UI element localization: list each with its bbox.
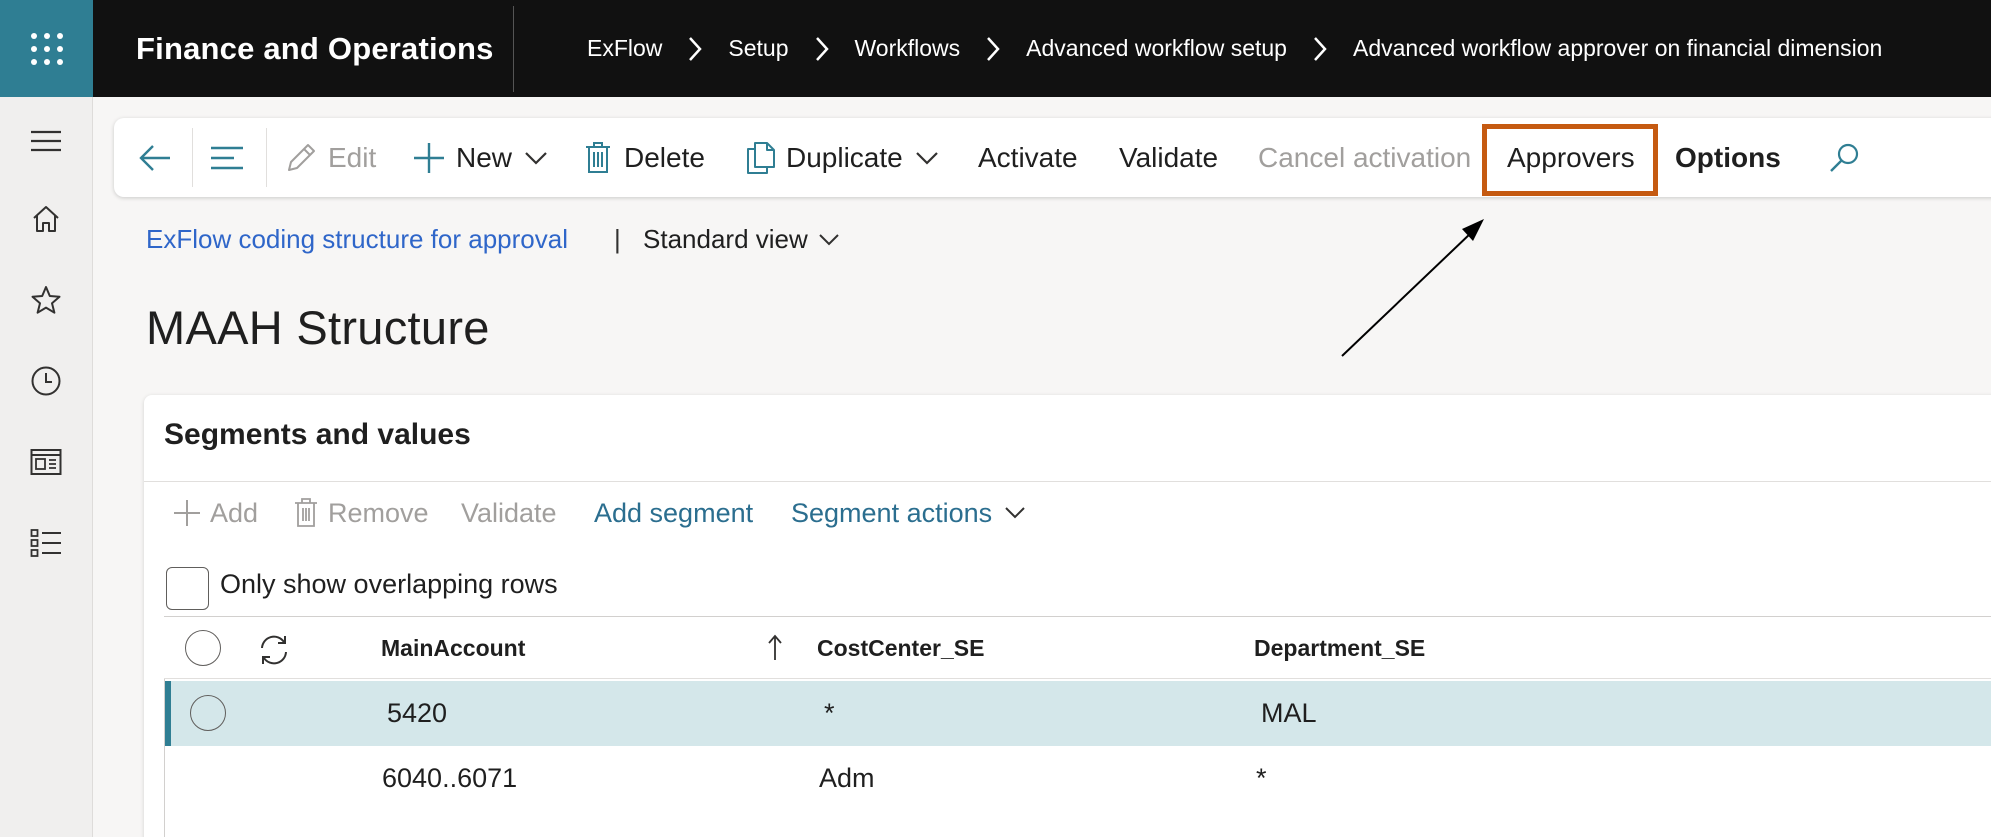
table-row[interactable]: 6040..6071 Adm * [165, 746, 1991, 811]
select-all-radio[interactable] [185, 630, 221, 666]
cell-mainaccount[interactable]: 6040..6071 [382, 746, 517, 811]
cell-mainaccount[interactable]: 5420 [387, 681, 447, 746]
row-select-radio[interactable] [190, 695, 226, 731]
only-overlapping-checkbox[interactable] [166, 567, 209, 610]
add-label: Add [210, 497, 259, 528]
app-window: Finance and Operations ExFlow Setup Work… [0, 0, 1991, 837]
chevron-down-icon [819, 233, 839, 245]
remove-label: Remove [328, 497, 429, 528]
column-header-mainaccount[interactable]: MainAccount [381, 617, 525, 679]
segment-actions-label: Segment actions [791, 497, 993, 528]
view-selector[interactable]: Standard view [643, 224, 840, 255]
cell-costcenter[interactable]: * [824, 681, 835, 746]
validate-segments-button[interactable]: Validate [461, 490, 557, 536]
section-title[interactable]: Segments and values [164, 418, 471, 452]
column-header-department[interactable]: Department_SE [1254, 617, 1425, 679]
cell-department[interactable]: * [1256, 746, 1267, 811]
caption-separator: | [614, 224, 621, 254]
remove-button[interactable]: Remove [294, 490, 429, 536]
cell-costcenter[interactable]: Adm [819, 746, 875, 811]
trash-icon [295, 498, 317, 527]
add-segment-button[interactable]: Add segment [594, 490, 753, 536]
only-overlapping-label: Only show overlapping rows [220, 569, 558, 599]
refresh-button[interactable] [256, 633, 292, 672]
plus-icon [174, 500, 200, 526]
column-header-costcenter[interactable]: CostCenter_SE [817, 617, 984, 679]
segment-actions-button[interactable]: Segment actions [791, 490, 1026, 536]
cell-department[interactable]: MAL [1261, 681, 1317, 746]
table-row[interactable]: 5420 * MAL [165, 681, 1991, 746]
sort-ascending-icon [767, 634, 783, 667]
refresh-icon [261, 635, 287, 665]
add-button[interactable]: Add [172, 490, 258, 536]
divider [144, 481, 1991, 482]
chevron-down-icon [1005, 507, 1025, 519]
form-caption-link[interactable]: ExFlow coding structure for approval [146, 224, 568, 255]
view-label: Standard view [643, 224, 808, 254]
page-title: MAAH Structure [146, 301, 490, 354]
